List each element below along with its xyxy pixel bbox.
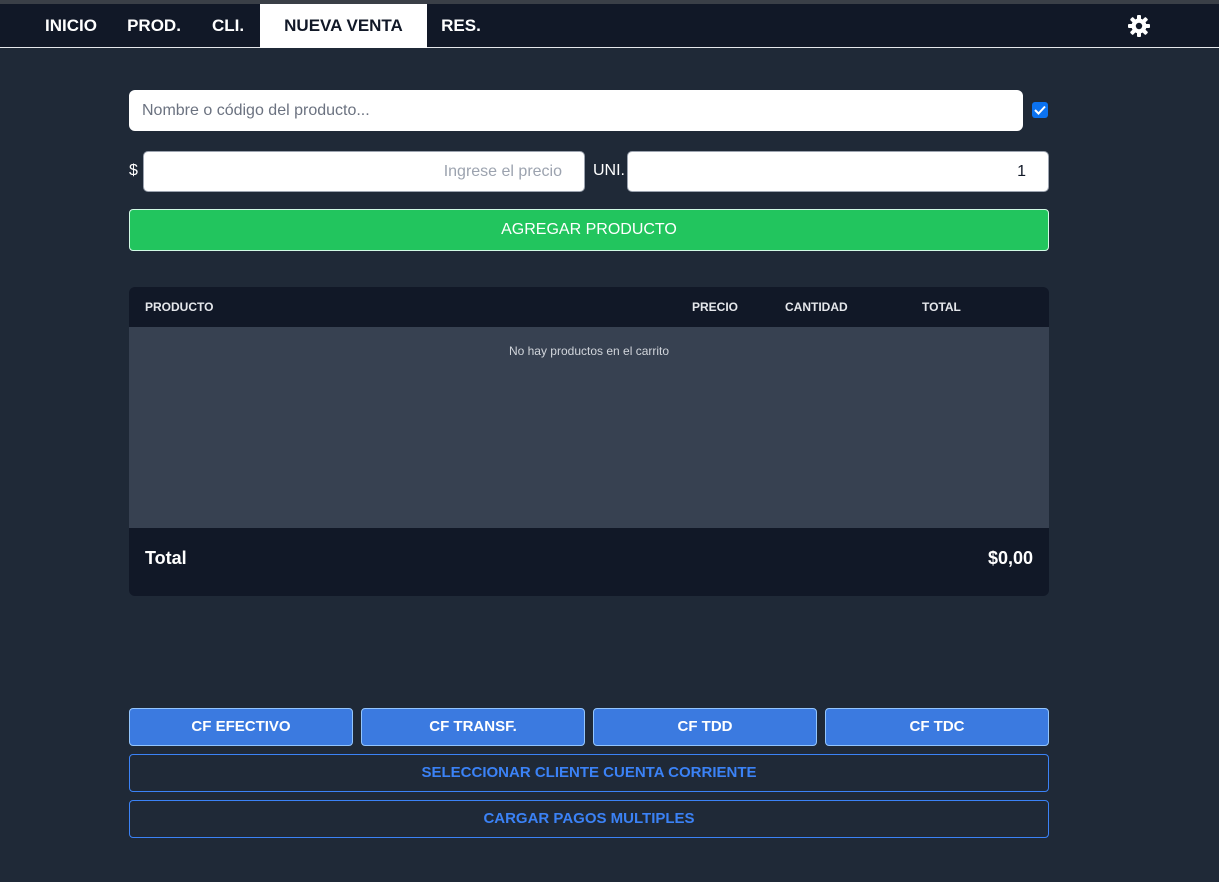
top-nav: INICIO PROD. CLI. NUEVA VENTA RES.	[0, 4, 1219, 48]
multiple-payments-button[interactable]: CARGAR PAGOS MULTIPLES	[129, 800, 1049, 838]
add-product-button[interactable]: AGREGAR PRODUCTO	[129, 209, 1049, 251]
gear-icon[interactable]	[1127, 14, 1151, 38]
cart-table-body: No hay productos en el carrito	[129, 327, 1049, 528]
column-header-precio: PRECIO	[692, 300, 739, 314]
tab-productos[interactable]: PROD.	[114, 4, 194, 48]
select-client-account-button[interactable]: SELECCIONAR CLIENTE CUENTA CORRIENTE	[129, 754, 1049, 792]
column-header-cantidad: CANTIDAD	[785, 300, 848, 314]
pay-transfer-button[interactable]: CF TRANSF.	[361, 708, 585, 746]
cart-table: PRODUCTO PRECIO CANTIDAD TOTAL No hay pr…	[129, 287, 1049, 596]
total-value: $0,00	[987, 548, 1033, 568]
tab-resumen[interactable]: RES.	[427, 4, 495, 48]
price-input[interactable]	[143, 151, 585, 192]
units-label: UNI.	[593, 162, 625, 179]
total-label: Total	[145, 548, 187, 568]
product-search-input[interactable]	[129, 90, 1023, 131]
currency-label: $	[129, 162, 138, 179]
tab-inicio[interactable]: INICIO	[30, 4, 112, 48]
empty-cart-message: No hay productos en el carrito	[508, 344, 670, 358]
pay-credit-card-button[interactable]: CF TDC	[825, 708, 1049, 746]
pay-cash-button[interactable]: CF EFECTIVO	[129, 708, 353, 746]
search-checkbox[interactable]	[1032, 102, 1048, 118]
checkmark-icon	[1034, 105, 1046, 115]
column-header-producto: PRODUCTO	[145, 300, 214, 314]
cart-table-header: PRODUCTO PRECIO CANTIDAD TOTAL	[129, 287, 1049, 327]
tab-clientes[interactable]: CLI.	[196, 4, 260, 48]
column-header-total: TOTAL	[922, 300, 961, 314]
quantity-input[interactable]	[627, 151, 1049, 192]
pay-debit-card-button[interactable]: CF TDD	[593, 708, 817, 746]
tab-nueva-venta[interactable]: NUEVA VENTA	[260, 4, 427, 48]
